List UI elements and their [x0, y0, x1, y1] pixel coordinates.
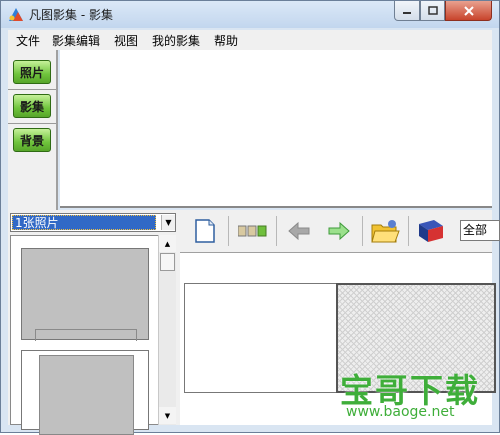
- app-logo-icon: [7, 6, 25, 24]
- watermark-url: www.baoge.net: [346, 404, 455, 420]
- toolbar-divider: [362, 216, 363, 246]
- minimize-icon: [403, 11, 411, 14]
- scroll-up-icon[interactable]: ▲: [159, 235, 176, 252]
- forward-button[interactable]: [324, 216, 354, 246]
- divider: [8, 89, 56, 90]
- thumbnail-frame: [35, 329, 137, 341]
- menu-bar: 文件 影集编辑 视图 我的影集 帮助: [8, 30, 492, 50]
- chevron-down-icon[interactable]: ▼: [161, 215, 175, 230]
- toolbar-divider: [408, 216, 409, 246]
- close-button[interactable]: [445, 1, 492, 21]
- photo-count-value: 1张照片: [12, 215, 156, 230]
- scroll-down-icon[interactable]: ▼: [159, 407, 176, 424]
- scroll-thumb[interactable]: [160, 253, 175, 271]
- back-button[interactable]: [284, 216, 314, 246]
- arrow-left-icon: [288, 221, 310, 241]
- toolbar-divider: [228, 216, 229, 246]
- close-icon: [463, 5, 474, 16]
- watermark: 宝哥下载 www.baoge.net: [340, 364, 492, 424]
- open-folder-icon: [371, 220, 400, 243]
- thumbnail-item[interactable]: [21, 350, 149, 435]
- window-title: 凡图影集 - 影集: [29, 8, 113, 22]
- toolbar-divider: [276, 216, 277, 246]
- album-book-icon: [419, 220, 443, 242]
- menu-file[interactable]: 文件: [16, 32, 40, 49]
- blank-page-icon: [195, 219, 215, 243]
- view-filter-select[interactable]: 全部: [460, 220, 500, 241]
- toolbar: 全部: [180, 210, 500, 252]
- menu-my-albums[interactable]: 我的影集: [152, 32, 200, 49]
- menu-view[interactable]: 视图: [114, 32, 138, 49]
- photo-count-select[interactable]: 1张照片 ▼: [10, 213, 176, 232]
- divider: [8, 123, 56, 124]
- albums-button[interactable]: 影集: [13, 94, 51, 118]
- page-slot[interactable]: [184, 283, 337, 393]
- preview-area[interactable]: [60, 50, 492, 208]
- album-button[interactable]: [416, 216, 446, 246]
- thumbnail-list[interactable]: [10, 235, 175, 435]
- menu-album-edit[interactable]: 影集编辑: [52, 32, 100, 49]
- layout-button[interactable]: [238, 216, 268, 246]
- thumbnail-image: [39, 355, 134, 435]
- maximize-button[interactable]: [420, 1, 445, 21]
- maximize-icon: [427, 5, 438, 15]
- open-button[interactable]: [370, 216, 400, 246]
- thumbnail-scrollbar[interactable]: ▲ ▼: [158, 235, 176, 425]
- arrow-right-icon: [328, 221, 350, 241]
- new-page-button[interactable]: [190, 216, 220, 246]
- background-button[interactable]: 背景: [13, 128, 51, 152]
- photos-button[interactable]: 照片: [13, 60, 51, 84]
- layout-thumbnails-icon: [238, 225, 267, 237]
- minimize-button[interactable]: [394, 1, 420, 21]
- thumbnail-item[interactable]: [21, 248, 149, 341]
- category-panel: 照片 影集 背景: [8, 50, 58, 210]
- menu-help[interactable]: 帮助: [214, 32, 238, 49]
